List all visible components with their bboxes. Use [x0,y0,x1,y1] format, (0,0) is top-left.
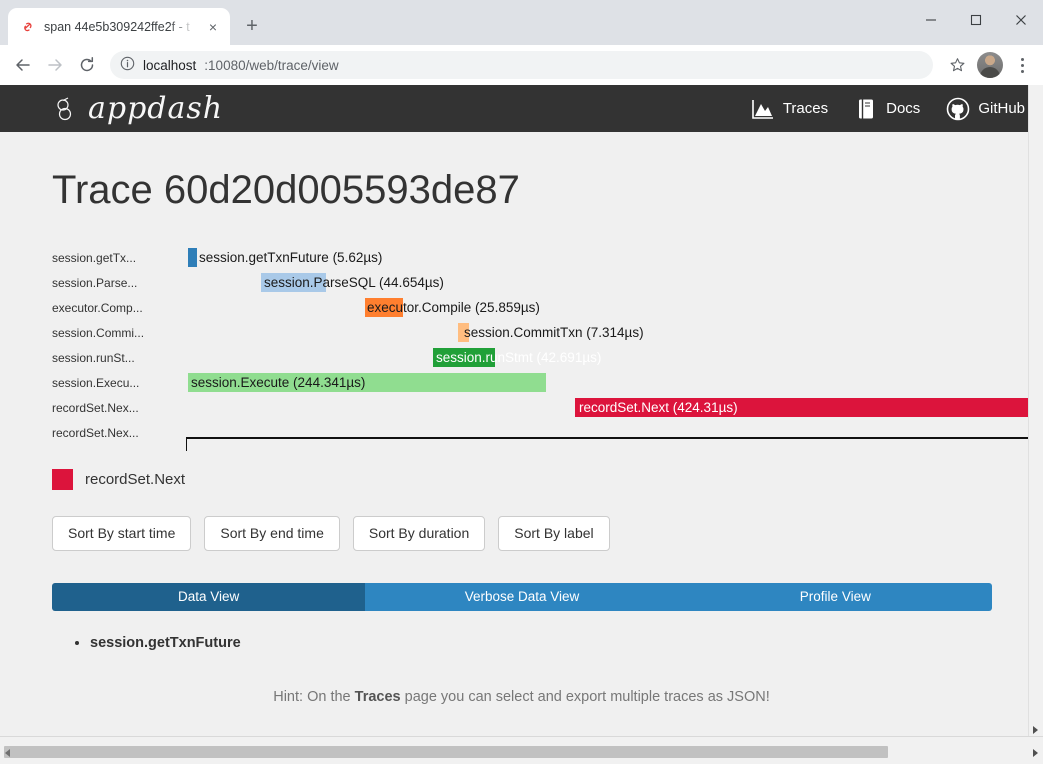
github-icon [946,97,970,121]
page-viewport: appdash Traces [0,85,1043,736]
timeline-row-label: recordSet.Nex... [52,401,139,415]
timeline-row[interactable]: session.Commi... session.CommitTxn (7.314… [52,323,1043,348]
timeline-span-text: executor.Compile (25.859µs) [367,300,540,315]
scroll-left-arrow-icon[interactable] [5,749,10,757]
nav-label-traces: Traces [783,100,828,117]
hint-suffix: page you can select and export multiple … [401,689,770,705]
nav-item-github[interactable]: GitHub [946,97,1025,121]
window-close-icon[interactable] [998,0,1043,40]
tab-title: span 44e5b309242ffe2f - t [44,20,196,34]
sort-button-sort-by-end-time[interactable]: Sort By end time [204,516,340,551]
appdash-brand[interactable]: appdash [54,94,223,124]
sort-button-sort-by-start-time[interactable]: Sort By start time [52,516,191,551]
view-tab-data-view[interactable]: Data View [52,583,365,611]
view-tab-bar: Data ViewVerbose Data ViewProfile View [52,583,992,611]
timeline-row[interactable]: session.runSt... session.runStmt (42.691µ… [52,348,1043,373]
legend-color-swatch [52,469,73,490]
forward-icon[interactable] [40,50,70,80]
timeline-span-text: recordSet.Next (424.31µs) [579,400,738,415]
view-tab-profile-view[interactable]: Profile View [679,583,992,611]
timeline-span-text: session.Execute (244.341µs) [191,375,365,390]
close-icon[interactable]: × [204,18,222,36]
view-tab-verbose-data-view[interactable]: Verbose Data View [365,583,678,611]
timeline-span-bar[interactable] [188,248,197,267]
timeline-row[interactable]: session.Parse... session.ParseSQL (44.654… [52,273,1043,298]
timeline-row[interactable]: session.Execu... session.Execute (244.341… [52,373,1043,398]
chart-mountain-icon [751,97,775,121]
sort-button-row: Sort By start time Sort By end time Sort B… [52,516,1043,551]
url-host: localhost [143,58,196,73]
timeline-span-text: session.CommitTxn (7.314µs) [464,325,644,340]
address-bar[interactable]: localhost :10080/web/trace/view [110,51,933,79]
timeline-row[interactable]: session.getTx... session.getTxnFuture (5.… [52,248,1043,273]
back-icon[interactable] [8,50,38,80]
kebab-menu-icon[interactable] [1009,50,1035,80]
bookmark-star-icon[interactable] [943,51,971,79]
timeline-row-label: recordSet.Nex... [52,426,139,440]
browser-tab[interactable]: span 44e5b309242ffe2f - t × [8,8,230,45]
minimize-icon[interactable] [908,0,953,40]
appdash-navbar: appdash Traces [0,85,1043,132]
sort-button-sort-by-label[interactable]: Sort By label [498,516,609,551]
scroll-down-arrow-icon[interactable] [1033,726,1038,734]
brand-text: appdash [88,94,223,124]
navbar-links: Traces Docs [751,97,1025,121]
horizontal-scrollbar[interactable] [0,736,1043,764]
link-logo-icon [54,96,80,122]
timeline-row-label: session.Parse... [52,276,137,290]
sort-button-sort-by-duration[interactable]: Sort By duration [353,516,485,551]
timeline-row-label: session.Commi... [52,326,144,340]
tab-strip: span 44e5b309242ffe2f - t × + [0,0,1043,45]
scroll-right-arrow-icon[interactable] [1033,749,1038,757]
list-item: session.getTxnFuture [90,633,1043,655]
browser-window: span 44e5b309242ffe2f - t × + [0,0,1043,764]
timeline-row-label: session.Execu... [52,376,139,390]
nav-item-traces[interactable]: Traces [751,97,828,121]
data-view-list: session.getTxnFuture [52,633,1043,655]
trace-timeline-chart: session.getTx... session.getTxnFuture (5.… [52,248,1043,444]
nav-item-docs[interactable]: Docs [854,97,920,121]
timeline-span-text: session.ParseSQL (44.654µs) [264,275,444,290]
timeline-axis-bracket [186,437,1043,451]
hint-prefix: Hint: On the [273,689,354,705]
profile-avatar[interactable] [977,52,1003,78]
maximize-icon[interactable] [953,0,998,40]
timeline-span-text: session.getTxnFuture (5.62µs) [199,250,382,265]
new-tab-button[interactable]: + [238,12,266,40]
timeline-row[interactable]: recordSet.Nex... recordSet.Next (424.31µs… [52,398,1043,423]
timeline-row-label: executor.Comp... [52,301,143,315]
hint-link[interactable]: Traces [355,689,401,705]
vertical-scrollbar[interactable] [1028,85,1043,736]
legend-label: recordSet.Next [85,471,185,488]
page-title: Trace 60d20d005593de87 [52,168,1043,213]
scrollbar-thumb[interactable] [4,746,888,758]
timeline-span-text: session.runStmt (42.691µs) [436,350,601,365]
link-icon [20,19,36,35]
timeline-row-label: session.getTx... [52,251,136,265]
timeline-legend: recordSet.Next [52,469,1043,490]
browser-toolbar: localhost :10080/web/trace/view [0,45,1043,85]
book-icon [854,97,878,121]
url-path: :10080/web/trace/view [204,58,338,73]
reload-icon[interactable] [72,50,102,80]
timeline-row[interactable]: executor.Comp... executor.Compile (25.859… [52,298,1043,323]
hint-footer: Hint: On the Traces page you can select … [0,689,1043,705]
window-controls [908,0,1043,40]
info-circle-icon [120,56,135,74]
timeline-row-label: session.runSt... [52,351,135,365]
nav-label-github: GitHub [978,100,1025,117]
page-content: Trace 60d20d005593de87 session.getTx...s… [0,168,1043,655]
nav-label-docs: Docs [886,100,920,117]
